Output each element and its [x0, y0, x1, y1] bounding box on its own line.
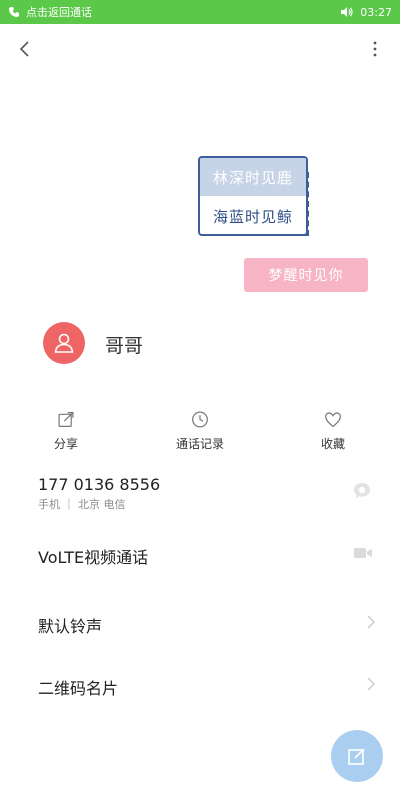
share-button[interactable]: 分享 — [21, 410, 111, 452]
back-arrow-icon[interactable] — [14, 38, 36, 60]
clock-icon — [192, 411, 208, 428]
avatar[interactable] — [43, 322, 85, 364]
clock-time: 03:27 — [360, 5, 392, 19]
edit-icon — [348, 748, 365, 765]
phone-number[interactable]: 177 0136 8556 — [38, 475, 160, 494]
card-dashed-border — [300, 172, 309, 236]
quote-line-1: 林深时见鹿 — [200, 158, 306, 196]
volte-video-call[interactable]: VoLTE视频通话 — [38, 544, 148, 568]
heart-icon — [325, 412, 341, 428]
edit-contact-button[interactable] — [331, 730, 383, 782]
contact-detail-screen: 点击返回通话 03:27 林深时见鹿 海蓝时见鲸 梦醒时见你 哥哥 分享 通话记… — [0, 0, 400, 800]
default-ringtone[interactable]: 默认铃声 — [38, 613, 102, 637]
cover-image: 林深时见鹿 海蓝时见鲸 梦醒时见你 — [0, 74, 400, 304]
chevron-right-icon — [367, 677, 375, 691]
return-to-call[interactable]: 点击返回通话 — [8, 4, 92, 20]
favorite-label: 收藏 — [320, 437, 345, 451]
app-bar — [0, 24, 400, 74]
message-icon[interactable] — [351, 480, 373, 502]
more-vertical-icon[interactable] — [364, 38, 386, 60]
status-bar: 点击返回通话 03:27 — [0, 0, 400, 24]
return-to-call-label: 点击返回通话 — [26, 6, 92, 19]
quote-card: 林深时见鹿 海蓝时见鲸 — [198, 156, 308, 236]
quote-line-2: 海蓝时见鲸 — [212, 207, 293, 226]
qr-code-card[interactable]: 二维码名片 — [38, 675, 118, 699]
quote-tag: 梦醒时见你 — [244, 258, 368, 292]
share-label: 分享 — [53, 437, 78, 451]
phone-icon — [9, 7, 19, 17]
favorite-button[interactable]: 收藏 — [288, 410, 378, 452]
person-icon — [54, 333, 74, 353]
call-log-label: 通话记录 — [175, 437, 224, 451]
share-icon — [58, 411, 74, 428]
call-log-button[interactable]: 通话记录 — [155, 410, 245, 452]
phone-meta: 手机 ｜ 北京 电信 — [38, 498, 126, 511]
video-camera-icon[interactable] — [353, 545, 373, 561]
chevron-right-icon — [367, 615, 375, 629]
speaker-icon — [341, 7, 353, 17]
contact-name: 哥哥 — [105, 335, 144, 357]
